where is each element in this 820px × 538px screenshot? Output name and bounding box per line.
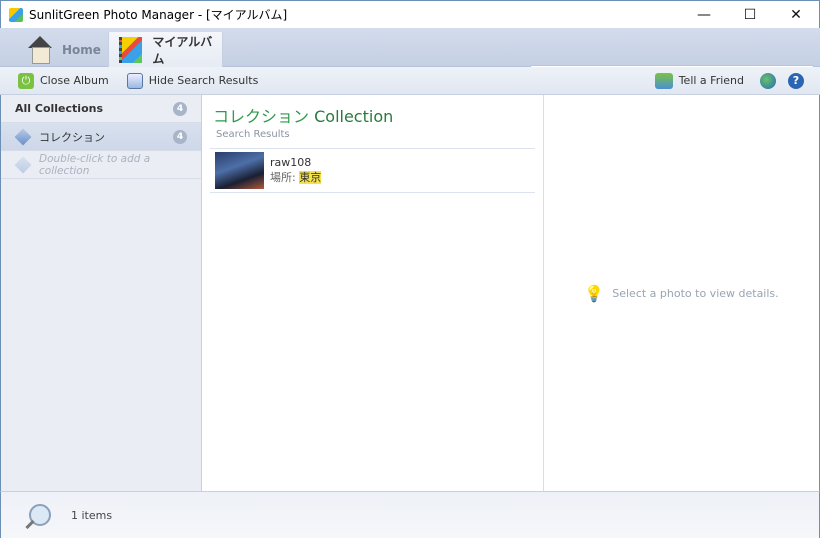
- subtitle: Search Results: [216, 129, 290, 140]
- toolbar: ⏻ Close Album Hide Search Results Tell a…: [0, 67, 820, 95]
- lightbulb-icon: 💡: [584, 283, 605, 303]
- close-album-label: Close Album: [40, 74, 109, 87]
- sidebar: All Collections 4 コレクション 4 Double-click …: [0, 95, 202, 491]
- title-bar: SunlitGreen Photo Manager - [マイアルバム] — ☐…: [0, 0, 820, 28]
- hide-search-label: Hide Search Results: [148, 74, 259, 87]
- list-item[interactable]: raw108 場所: 東京: [210, 148, 535, 193]
- album-icon: [119, 36, 143, 63]
- sidebar-item-collection[interactable]: コレクション 4: [1, 123, 201, 151]
- add-collection-label: Double-click to add a collection: [39, 152, 151, 177]
- photo-name: raw108: [270, 156, 312, 169]
- all-collections[interactable]: All Collections 4: [1, 95, 201, 123]
- tab-label: マイアルバム: [152, 34, 213, 66]
- tab-bar: Home マイアルバム ×: [0, 28, 820, 85]
- tell-friend-label: Tell a Friend: [678, 74, 744, 87]
- item-count: 1 items: [71, 508, 113, 522]
- count-badge: 4: [173, 101, 187, 116]
- close-button[interactable]: ✕: [773, 1, 819, 29]
- globe-icon[interactable]: [760, 72, 776, 89]
- status-bar: 1 items: [0, 491, 820, 538]
- collection-icon: [14, 156, 32, 173]
- photo-thumbnail[interactable]: [215, 152, 264, 189]
- collection-panel: コレクション Collection Search Results raw108 …: [202, 95, 544, 491]
- page-title: コレクション Collection: [213, 103, 543, 127]
- tab-home[interactable]: Home: [18, 32, 108, 67]
- title-en: Collection: [314, 107, 394, 126]
- details-hint: Select a photo to view details.: [612, 286, 779, 300]
- hide-results-icon: [126, 72, 143, 89]
- app-icon: [9, 7, 23, 22]
- location-value: 東京: [299, 171, 322, 184]
- maximize-button[interactable]: ☐: [727, 1, 773, 29]
- title-jp: コレクション: [213, 107, 310, 126]
- tab-label: Home: [62, 42, 101, 57]
- tell-a-friend-button[interactable]: Tell a Friend: [654, 72, 744, 89]
- tab-my-album[interactable]: マイアルバム: [108, 32, 223, 67]
- tell-friend-icon: [654, 72, 673, 89]
- power-icon: ⏻: [18, 72, 34, 89]
- magnifier-icon[interactable]: [29, 504, 51, 526]
- window-title: SunlitGreen Photo Manager - [マイアルバム]: [29, 8, 288, 22]
- minimize-button[interactable]: —: [681, 1, 727, 29]
- help-icon[interactable]: ?: [788, 72, 804, 89]
- hide-search-results-button[interactable]: Hide Search Results: [126, 72, 259, 89]
- collection-icon: [14, 128, 32, 145]
- count-badge: 4: [173, 129, 187, 144]
- all-collections-label: All Collections: [15, 102, 103, 115]
- collection-label: コレクション: [39, 130, 105, 144]
- location-label: 場所:: [270, 171, 296, 184]
- house-icon: [26, 35, 54, 64]
- details-panel: 💡 Select a photo to view details.: [544, 95, 820, 491]
- close-album-button[interactable]: ⏻ Close Album: [18, 72, 109, 89]
- add-collection-hint[interactable]: Double-click to add a collection: [1, 151, 201, 179]
